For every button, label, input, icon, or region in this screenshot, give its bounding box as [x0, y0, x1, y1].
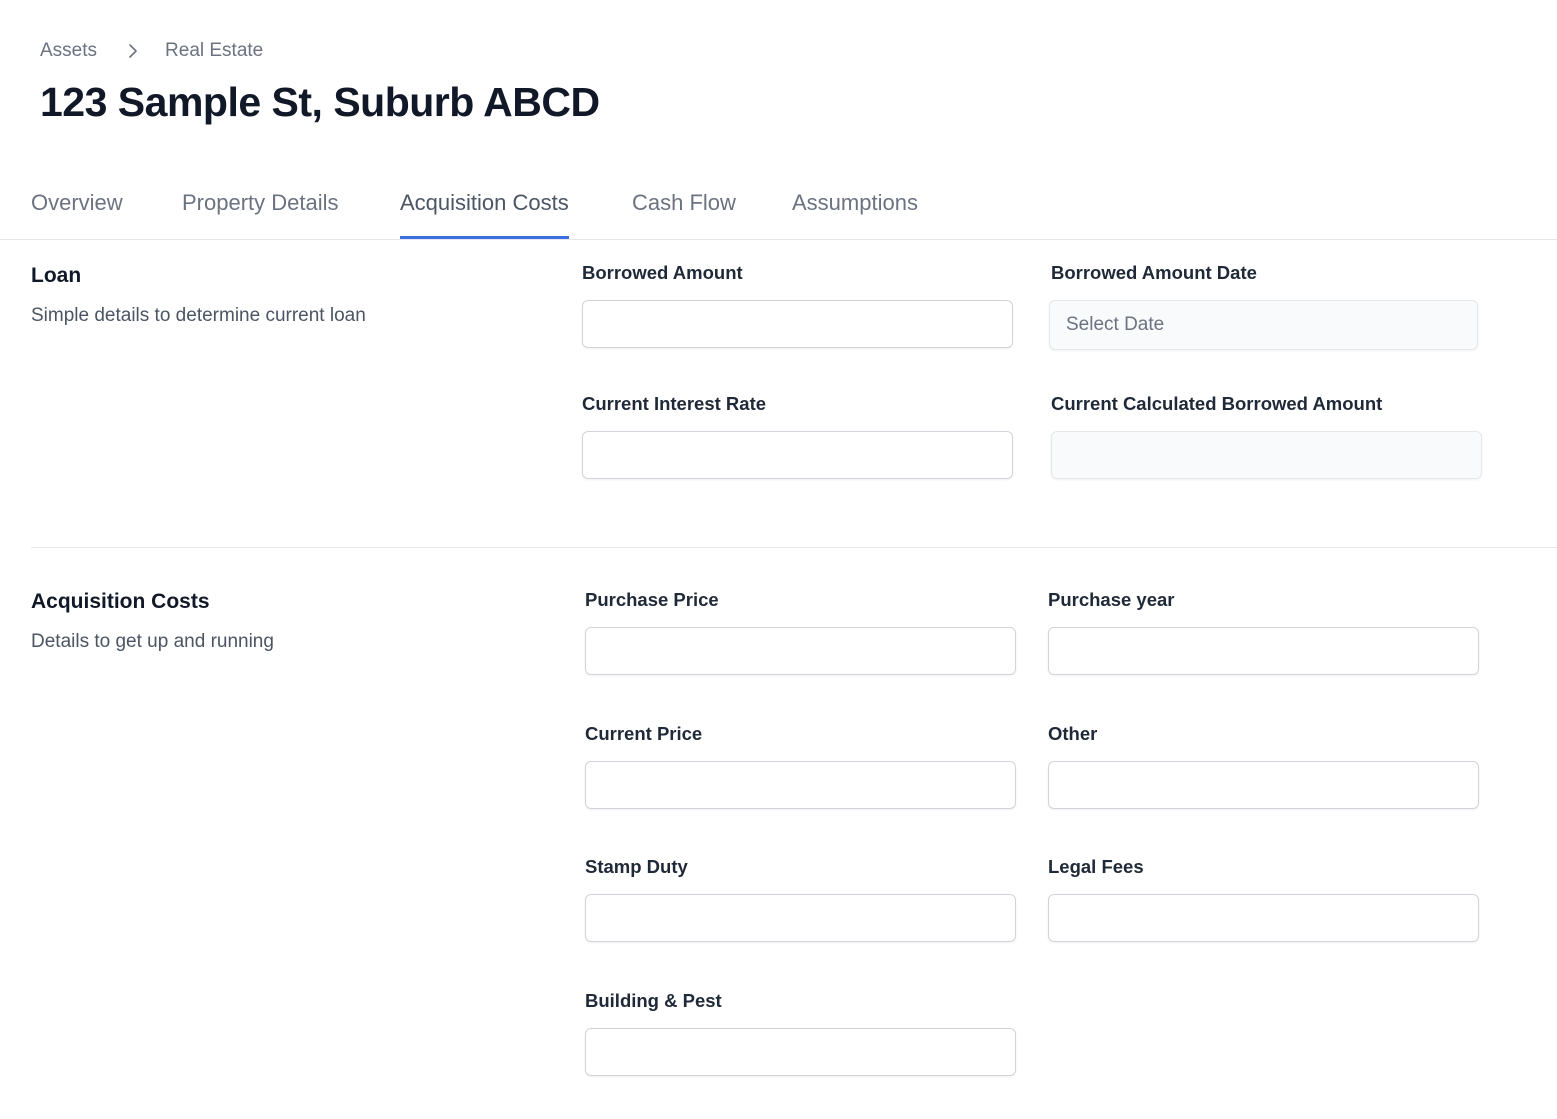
- purchase-year-input[interactable]: [1048, 627, 1479, 675]
- borrowed-amount-date-label: Borrowed Amount Date: [1051, 262, 1257, 283]
- breadcrumb-assets-link[interactable]: Assets: [40, 40, 97, 62]
- legal-fees-input[interactable]: [1048, 894, 1479, 942]
- current-price-input[interactable]: [585, 761, 1016, 809]
- current-calculated-borrowed-amount-field: [1051, 431, 1482, 479]
- current-calculated-borrowed-amount-label: Current Calculated Borrowed Amount: [1051, 393, 1383, 414]
- tab-assumptions[interactable]: Assumptions: [792, 190, 918, 239]
- purchase-year-label: Purchase year: [1048, 589, 1175, 610]
- borrowed-amount-date-picker[interactable]: [1049, 300, 1478, 350]
- loan-section-title: Loan: [31, 264, 82, 287]
- purchase-price-label: Purchase Price: [585, 589, 719, 610]
- tab-cash-flow[interactable]: Cash Flow: [632, 190, 736, 239]
- current-interest-rate-label: Current Interest Rate: [582, 393, 767, 414]
- stamp-duty-label: Stamp Duty: [585, 856, 688, 877]
- chevron-right-icon: [127, 44, 139, 58]
- other-label: Other: [1048, 723, 1098, 744]
- tab-overview[interactable]: Overview: [31, 190, 123, 239]
- acquisition-section-title: Acquisition Costs: [31, 590, 210, 613]
- page-title: 123 Sample St, Suburb ABCD: [40, 79, 600, 125]
- other-input[interactable]: [1048, 761, 1479, 809]
- borrowed-amount-label: Borrowed Amount: [582, 262, 743, 283]
- purchase-price-input[interactable]: [585, 627, 1016, 675]
- breadcrumb-real-estate-link[interactable]: Real Estate: [165, 40, 263, 62]
- tab-bar: Overview Property Details Acquisition Co…: [0, 178, 1557, 240]
- stamp-duty-input[interactable]: [585, 894, 1016, 942]
- acquisition-section-description: Details to get up and running: [31, 631, 274, 652]
- page: Assets Real Estate 123 Sample St, Suburb…: [0, 0, 1557, 1119]
- section-divider: [31, 547, 1557, 548]
- tab-acquisition-costs[interactable]: Acquisition Costs: [400, 190, 569, 239]
- loan-section-description: Simple details to determine current loan: [31, 305, 366, 326]
- breadcrumb: Assets Real Estate: [40, 40, 263, 62]
- legal-fees-label: Legal Fees: [1048, 856, 1144, 877]
- building-pest-input[interactable]: [585, 1028, 1016, 1076]
- current-interest-rate-input[interactable]: [582, 431, 1013, 479]
- tab-property-details[interactable]: Property Details: [182, 190, 339, 239]
- building-pest-label: Building & Pest: [585, 990, 722, 1011]
- borrowed-amount-input[interactable]: [582, 300, 1013, 348]
- current-price-label: Current Price: [585, 723, 703, 744]
